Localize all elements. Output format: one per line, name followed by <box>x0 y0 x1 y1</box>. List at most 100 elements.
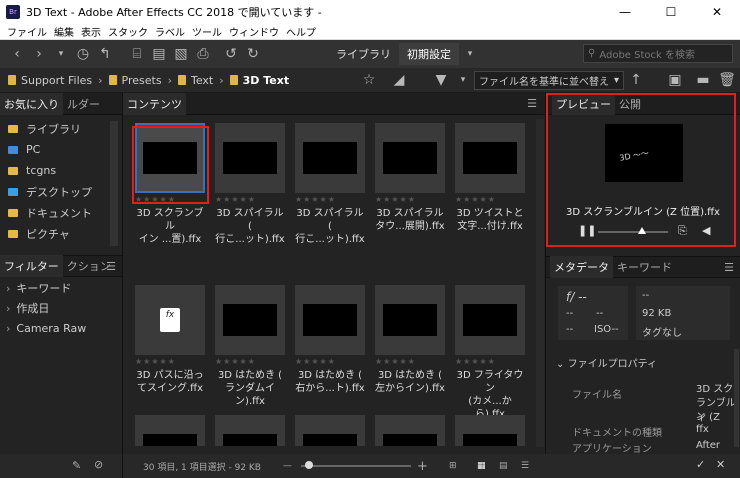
tab-preview[interactable]: プレビュー <box>552 92 615 115</box>
content-item[interactable]: ★★★★★ 3D はためき (ランダムイン).ffx <box>215 285 285 408</box>
cancel-icon[interactable]: ✕ <box>716 458 725 471</box>
rating-stars[interactable]: ★★★★★ <box>375 357 445 367</box>
menu-tools[interactable]: ツール <box>192 24 222 39</box>
metadata-scrollbar[interactable] <box>734 349 739 447</box>
return-icon[interactable]: ↰ <box>94 46 116 62</box>
folder-icon[interactable]: ▬ <box>692 72 714 88</box>
file-properties-header[interactable]: ⌄ ファイルプロパティ <box>556 355 657 370</box>
grid-lock-icon[interactable]: ⊞ <box>449 461 457 471</box>
rating-stars[interactable]: ★★★★★ <box>215 195 285 205</box>
item-thumbnail[interactable] <box>295 415 365 446</box>
pin-icon[interactable]: ✎ <box>72 459 81 472</box>
rating-stars[interactable]: ★★★★★ <box>295 357 365 367</box>
zoom-out-icon[interactable]: — <box>283 461 292 471</box>
item-thumbnail[interactable] <box>375 123 445 193</box>
menu-edit[interactable]: 編集 <box>54 24 74 39</box>
item-thumbnail[interactable] <box>375 285 445 355</box>
close-button[interactable]: ✕ <box>694 0 740 24</box>
rating-stars[interactable]: ★★★★★ <box>135 357 205 367</box>
tab-folders[interactable]: ルダー <box>63 93 104 115</box>
zoom-slider[interactable] <box>301 461 411 469</box>
tab-publish[interactable]: 公開 <box>615 93 645 115</box>
content-item[interactable] <box>295 415 365 446</box>
content-item[interactable]: ★★★★★ 3D スパイラル タウ...展開).ffx <box>375 123 445 233</box>
filter-keyword[interactable]: › キーワード <box>0 278 122 298</box>
content-item[interactable]: fx ★★★★★ 3D パスに沿っ てスイング.ffx <box>135 285 205 395</box>
item-thumbnail[interactable] <box>215 415 285 446</box>
content-item[interactable]: ★★★★★ 3D はためき (右から...ト).ffx <box>295 285 365 395</box>
tab-content[interactable]: コンテンツ <box>123 92 186 115</box>
item-thumbnail[interactable] <box>135 123 205 193</box>
breadcrumb-item[interactable]: Support Files <box>21 74 92 87</box>
content-item[interactable] <box>375 415 445 446</box>
content-item[interactable]: ★★★★★ 3D ツイストと 文字...付け.ffx <box>455 123 525 233</box>
thumbnail-view-icon[interactable]: ▦ <box>477 461 486 471</box>
item-thumbnail[interactable] <box>455 415 525 446</box>
sidebar-item-favorite[interactable]: デスクトップ <box>0 181 122 202</box>
rating-stars[interactable]: ★★★★★ <box>375 195 445 205</box>
item-thumbnail[interactable] <box>215 285 285 355</box>
recent-icon[interactable]: ◷ <box>72 46 94 62</box>
item-thumbnail[interactable] <box>375 415 445 446</box>
item-thumbnail[interactable] <box>215 123 285 193</box>
playback-handle[interactable] <box>638 227 646 234</box>
menu-file[interactable]: ファイル <box>7 24 47 39</box>
breadcrumb-item[interactable]: Text <box>191 74 213 87</box>
content-item[interactable] <box>455 415 525 446</box>
rating-stars[interactable]: ★★★★★ <box>295 195 365 205</box>
zoom-slider-handle[interactable] <box>305 461 313 469</box>
tab-favorites[interactable]: お気に入り <box>0 92 63 115</box>
back-icon[interactable]: ‹ <box>6 46 28 62</box>
item-thumbnail[interactable] <box>295 123 365 193</box>
sidebar-item-favorite[interactable]: tcgns <box>0 160 122 181</box>
filter-icon[interactable]: ▼ <box>430 72 452 88</box>
tab-filter[interactable]: フィルター <box>0 255 63 277</box>
item-thumbnail[interactable] <box>135 415 205 446</box>
item-thumbnail[interactable] <box>455 123 525 193</box>
tab-metadata[interactable]: メタデータ <box>550 256 613 278</box>
sidebar-item-favorite[interactable]: PC <box>0 139 122 160</box>
content-item[interactable]: ★★★★★ 3D スパイラル (行こ...ット).ffx <box>215 123 285 246</box>
content-item[interactable]: ★★★★★ 3D スパイラル (行こ...ット).ffx <box>295 123 365 246</box>
chevron-down-icon[interactable]: ▾ <box>50 49 72 59</box>
filter-created[interactable]: › 作成日 <box>0 298 122 318</box>
content-item[interactable]: ★★★★★ 3D はためき (左からイン).ffx <box>375 285 445 395</box>
rotate-left-icon[interactable]: ↺ <box>220 46 242 62</box>
maximize-button[interactable]: ☐ <box>648 0 694 24</box>
menu-help[interactable]: ヘルプ <box>286 24 316 39</box>
sidebar-item-favorite[interactable]: ピクチャ <box>0 223 122 244</box>
menu-view[interactable]: 表示 <box>81 24 101 39</box>
filter-camera-raw[interactable]: › Camera Raw <box>0 318 122 338</box>
detail-view-icon[interactable]: ▤ <box>499 461 508 471</box>
apply-icon[interactable]: ✓ <box>696 458 705 471</box>
sort-ascending-icon[interactable]: ↑ <box>625 72 647 88</box>
rating-filter-icon[interactable]: ☆ <box>358 72 380 88</box>
rating-stars[interactable]: ★★★★★ <box>455 357 525 367</box>
rating-stars[interactable]: ★★★★★ <box>455 195 525 205</box>
list-view-icon[interactable]: ☰ <box>521 461 529 471</box>
content-scrollbar[interactable] <box>536 119 544 447</box>
sidebar-item-favorite[interactable]: ライブラリ <box>0 118 122 139</box>
workspace-library[interactable]: ライブラリ <box>328 43 399 65</box>
rotate-right-icon[interactable]: ↻ <box>242 46 264 62</box>
menu-icon[interactable]: ☰ <box>527 97 537 110</box>
workspace-menu-icon[interactable]: ▾ <box>459 49 481 59</box>
workspace-default[interactable]: 初期設定 <box>399 43 459 65</box>
menu-stack[interactable]: スタック <box>108 24 148 39</box>
forward-icon[interactable]: › <box>28 46 50 62</box>
content-item[interactable]: ★★★★★3D フライタウン(カメ...から).ffx <box>455 285 525 421</box>
refine-icon[interactable]: ▤ <box>148 46 170 62</box>
menu-icon[interactable]: ☰ <box>724 261 734 274</box>
volume-icon[interactable]: ◀ <box>702 224 710 237</box>
playback-slider[interactable] <box>598 227 668 234</box>
breadcrumb-current[interactable]: 3D Text <box>243 74 289 87</box>
rating-stars[interactable]: ★★★★★ <box>135 195 205 205</box>
camera-icon[interactable]: ⌸ <box>126 46 148 62</box>
item-thumbnail[interactable] <box>295 285 365 355</box>
content-item[interactable]: ★★★★★ 3D スクランブル イン ...置).ffx <box>135 123 205 246</box>
sort-select[interactable]: ファイル名を基準に並べ替え ▾ <box>474 71 624 90</box>
item-thumbnail[interactable]: fx <box>135 285 205 355</box>
clear-filter-icon[interactable]: ⊘ <box>94 458 103 471</box>
breadcrumb-item[interactable]: Presets <box>122 74 162 87</box>
favorites-scrollbar[interactable] <box>110 121 118 246</box>
